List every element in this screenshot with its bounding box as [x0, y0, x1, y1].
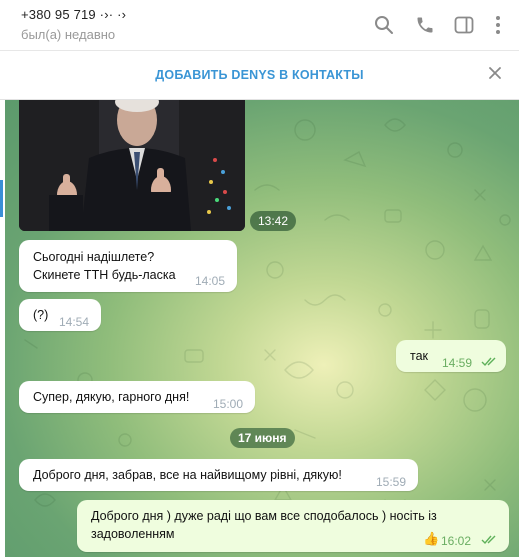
close-icon[interactable] — [488, 66, 502, 85]
thumbs-up-reaction-icon[interactable]: 👍 — [423, 531, 439, 549]
photo-message-time: 13:42 — [250, 211, 297, 231]
read-checkmarks-icon — [481, 357, 496, 367]
chat-header: +380 95 719 ·›· ·› был(а) недавно — [0, 0, 519, 51]
message-time: 15:00 — [213, 397, 244, 411]
selection-indicator — [0, 180, 3, 217]
photo-content — [19, 100, 245, 231]
message-time: 15:59 — [376, 475, 407, 489]
more-vertical-icon[interactable] — [487, 14, 509, 36]
message-incoming[interactable]: (?) 14:54 — [19, 299, 101, 331]
sidebar-toggle-icon[interactable] — [453, 14, 475, 36]
search-icon[interactable] — [373, 14, 395, 36]
message-text: Сьогодні надішлете? Скинете ТТН будь-лас… — [33, 250, 176, 282]
message-time: 16:02 — [441, 534, 472, 548]
message-time: 14:05 — [195, 274, 226, 288]
photo-message[interactable] — [19, 100, 245, 231]
message-outgoing[interactable]: Доброго дня ) дуже раді що вам все сподо… — [77, 500, 509, 552]
date-separator: 17 июня — [230, 428, 295, 448]
message-time: 14:54 — [59, 315, 90, 329]
contact-title[interactable]: +380 95 719 ·›· ·› — [21, 7, 126, 22]
message-text: так — [410, 349, 429, 363]
message-time: 14:59 — [442, 356, 473, 370]
message-outgoing[interactable]: так 14:59 — [396, 340, 506, 372]
read-checkmarks-icon — [481, 535, 496, 545]
chat-area[interactable]: 13:42 Сьогодні надішлете? Скинете ТТН бу… — [5, 100, 519, 557]
phone-icon[interactable] — [414, 14, 436, 36]
message-incoming[interactable]: Супер, дякую, гарного дня! 15:00 — [19, 381, 255, 413]
message-text: Доброго дня, забрав, все на найвищому рі… — [33, 468, 342, 482]
message-incoming[interactable]: Сьогодні надішлете? Скинете ТТН будь-лас… — [19, 240, 237, 292]
add-contact-button[interactable]: ДОБАВИТЬ DENYS В КОНТАКТЫ — [0, 68, 519, 82]
message-incoming[interactable]: Доброго дня, забрав, все на найвищому рі… — [19, 459, 418, 491]
contact-status: был(а) недавно — [21, 27, 116, 42]
add-contact-banner: ДОБАВИТЬ DENYS В КОНТАКТЫ — [0, 51, 519, 100]
message-text: Доброго дня ) дуже раді що вам все сподо… — [91, 509, 437, 541]
message-text: (?) — [33, 308, 49, 322]
message-text: Супер, дякую, гарного дня! — [33, 390, 190, 404]
